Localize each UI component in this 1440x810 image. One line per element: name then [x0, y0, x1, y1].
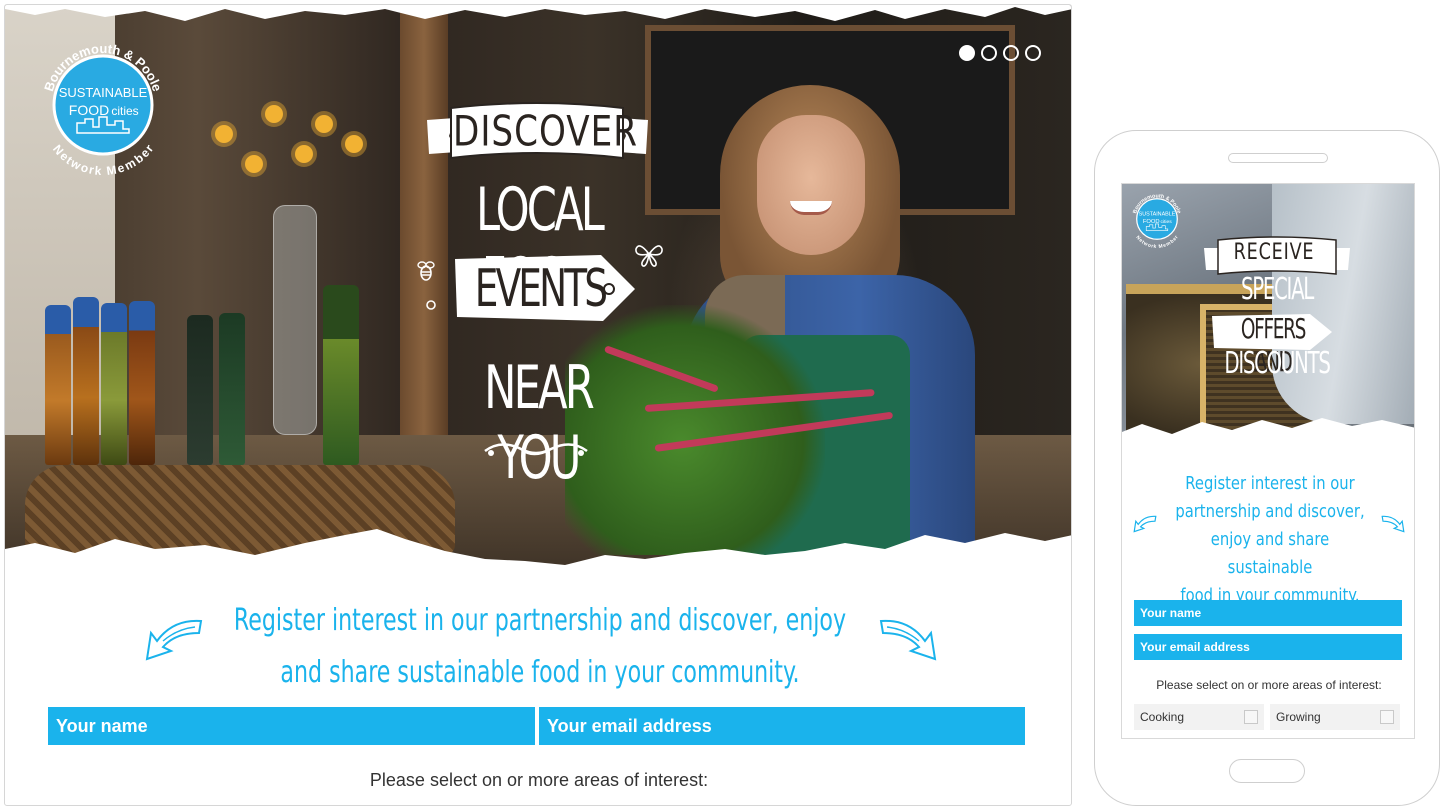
mobile-screen: Bournemouth & Poole Network Member SUSTA… [1121, 183, 1415, 739]
interest-cooking[interactable]: Cooking [1134, 704, 1264, 730]
slider-dot[interactable] [1025, 45, 1041, 61]
curved-arrow-left-icon [145, 619, 203, 661]
hero-photo-bottle [219, 313, 245, 465]
tagline: Register interest in our partnership and… [224, 595, 855, 699]
hero-photo-bottle [323, 285, 359, 465]
mobile-hero-slide: Bournemouth & Poole Network Member SUSTA… [1122, 184, 1414, 454]
slider-pagination [959, 45, 1041, 61]
hero-photo-bottle [101, 303, 127, 465]
hero-photo-flowers [205, 95, 375, 215]
hero-slide: Bournemouth & Poole Network Member SUSTA… [5, 5, 1071, 585]
hero-photo-vase [273, 205, 317, 435]
mobile-tagline-line: enjoy and share sustainable [1210, 529, 1330, 578]
hero-photo-bottle [129, 301, 155, 465]
mobile-name-input[interactable]: Your name [1134, 600, 1402, 626]
butterfly-icon [635, 245, 663, 267]
mobile-hero-line-2: DISCOUNTS [1224, 346, 1330, 381]
mobile-badge: Bournemouth & Poole Network Member SUSTA… [1132, 193, 1181, 248]
slider-dot[interactable] [1003, 45, 1019, 61]
mobile-hero-line-1: SPECIAL [1240, 272, 1314, 307]
mobile-curved-arrow-right-icon [1381, 515, 1405, 533]
hero-photo-bottle [187, 315, 213, 465]
badge-line2: FOOD [69, 102, 109, 118]
desktop-preview: Bournemouth & Poole Network Member SUSTA… [4, 4, 1072, 806]
hero-line-2: NEAR YOU [484, 353, 595, 493]
email-input[interactable] [539, 707, 1025, 745]
hero-banner-text: DISCOVER [453, 106, 638, 156]
mobile-torn-edge [1122, 418, 1414, 454]
checkbox[interactable] [1380, 710, 1394, 724]
mobile-preview: Bournemouth & Poole Network Member SUSTA… [1094, 130, 1440, 806]
tagline-line-2: and share sustainable food in your commu… [280, 655, 800, 690]
interest-label: Cooking [1140, 710, 1185, 724]
dot-icon [426, 300, 436, 310]
interest-label: Please select on or more areas of intere… [369, 770, 709, 790]
phone-home-button[interactable] [1229, 759, 1305, 783]
torn-edge-top [5, 5, 1071, 21]
interest-label: Growing [1276, 710, 1321, 724]
hero-photo-beam [400, 5, 448, 465]
mobile-badge-line1: SUSTAINABLE [1139, 212, 1176, 218]
hero-tag-text: EVENTS [474, 259, 608, 319]
flourish-icon [484, 443, 588, 456]
hero-photo-face [757, 115, 865, 255]
bee-icon [417, 261, 435, 281]
phone-speaker [1228, 153, 1328, 163]
mobile-tagline: Register interest in our partnership and… [1172, 470, 1369, 610]
hero-photo-bottle [45, 305, 71, 465]
mobile-email-input[interactable]: Your email address [1134, 634, 1402, 660]
interest-growing[interactable]: Growing [1270, 704, 1400, 730]
mobile-badge-line3: cities [1160, 219, 1172, 225]
hero-photo-bottle [73, 297, 99, 465]
checkbox[interactable] [1244, 710, 1258, 724]
sustainable-food-cities-badge: Bournemouth & Poole Network Member SUSTA… [41, 41, 165, 175]
mobile-curved-arrow-left-icon [1133, 515, 1157, 533]
badge-line1: SUSTAINABLE [59, 85, 148, 100]
slider-dot[interactable] [959, 45, 975, 61]
torn-edge-bottom [5, 529, 1071, 585]
name-input[interactable] [48, 707, 535, 745]
tagline-line-1: Register interest in our partnership and… [233, 603, 847, 638]
mobile-interest-label: Please select on or more areas of intere… [1156, 678, 1382, 692]
badge-line3: cities [111, 104, 138, 118]
mobile-hero-banner-text: RECEIVE [1233, 240, 1315, 265]
mobile-tagline-line: Register interest in our [1185, 473, 1355, 494]
slider-dot[interactable] [981, 45, 997, 61]
mobile-tagline-line: partnership and discover, [1175, 501, 1365, 522]
curved-arrow-right-icon [879, 619, 937, 661]
